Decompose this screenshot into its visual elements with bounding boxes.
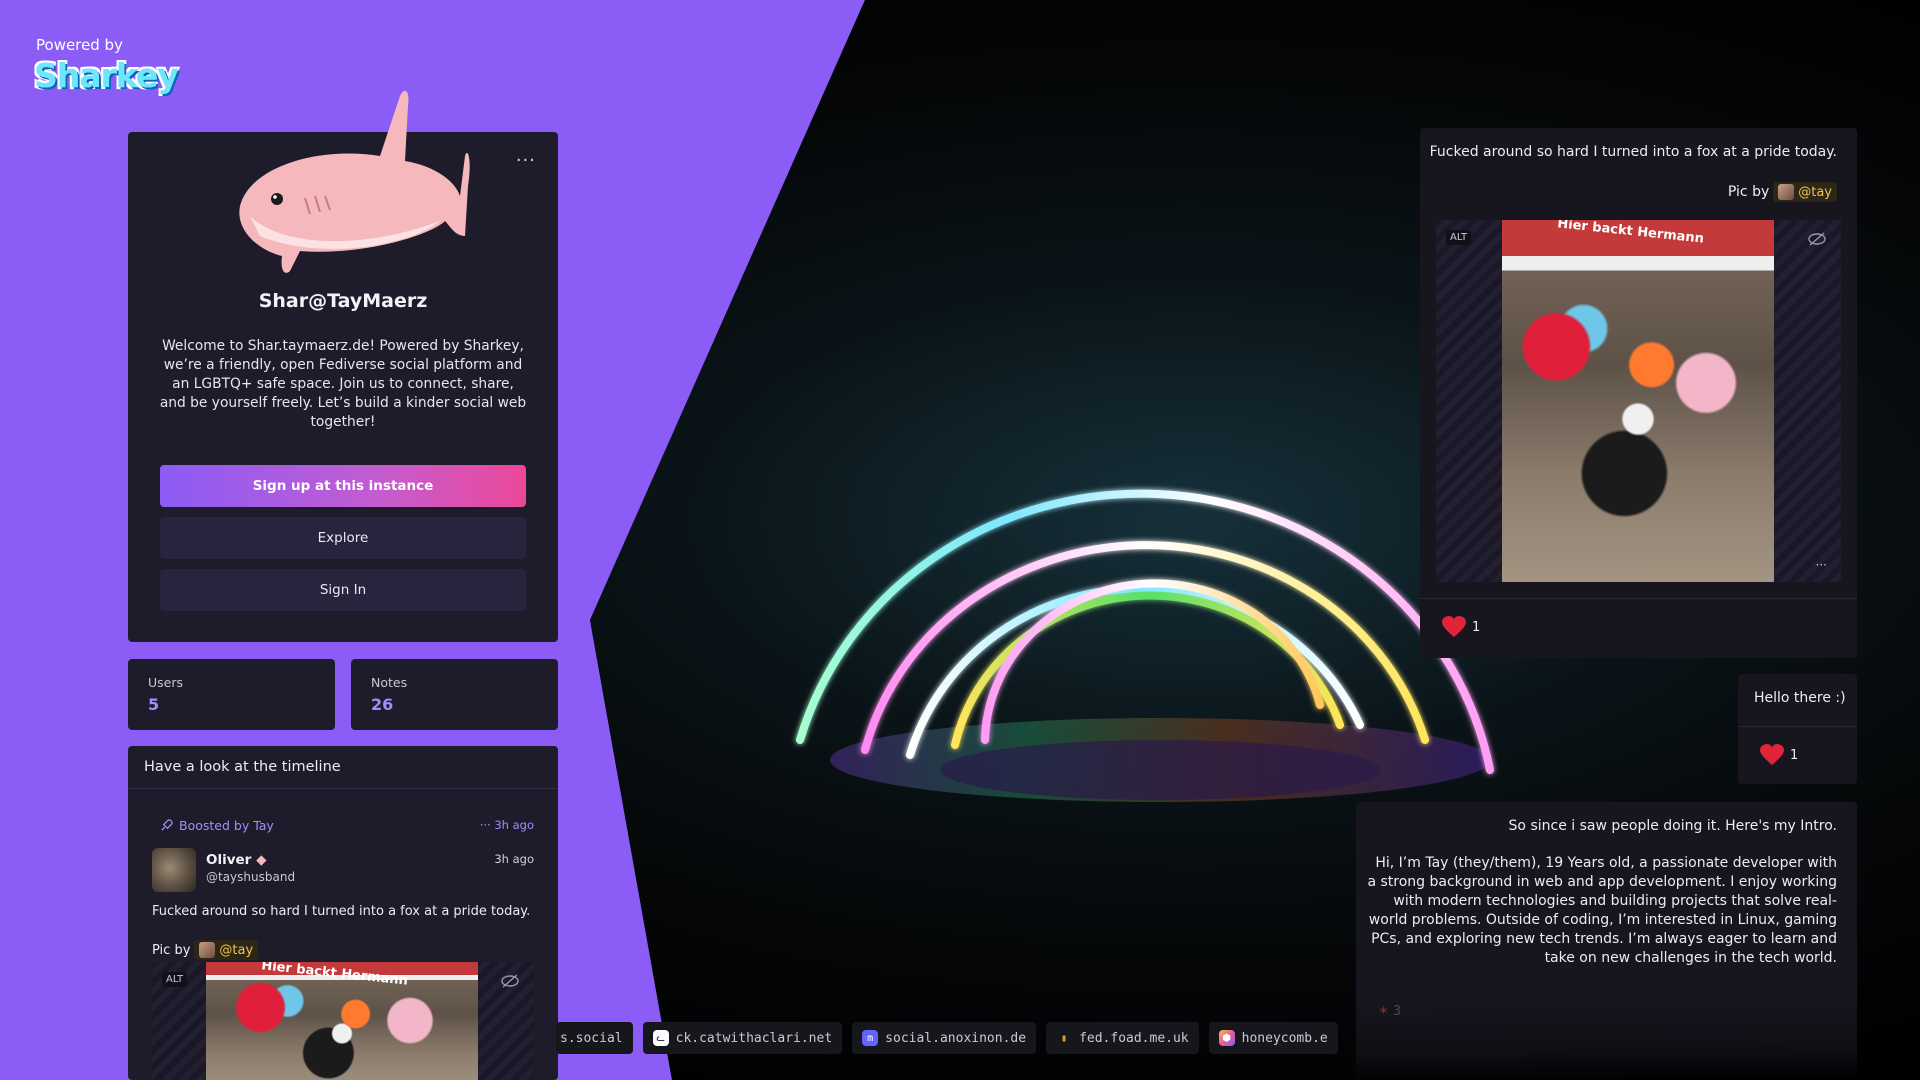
boosted-by-label[interactable]: Boosted by Tay: [179, 818, 274, 833]
signin-button[interactable]: Sign In: [160, 569, 526, 611]
instance-chip[interactable]: ⬢ honeycomb.e: [1208, 1022, 1338, 1054]
pic-by-label: Pic by: [1727, 184, 1770, 200]
note-body: Hi, I’m Tay (they/them), 19 Years old, a…: [1367, 855, 1837, 966]
boost-time[interactable]: ··· 3h ago: [480, 818, 534, 832]
instance-label: ck.catwithaclari.net: [675, 1030, 833, 1046]
users-stat-value: 5: [148, 695, 160, 714]
avatar[interactable]: [152, 848, 196, 892]
reaction-button[interactable]: 1: [1760, 744, 1798, 766]
eye-slash-icon[interactable]: [1807, 232, 1827, 246]
timeline-card: Have a look at the timeline Boosted by T…: [128, 746, 558, 1080]
pic-by-line: Pic by @tay: [1728, 182, 1837, 202]
server-icon: ▮: [1061, 1032, 1068, 1044]
mention-avatar: [1778, 184, 1795, 200]
users-stat-label: Users: [148, 675, 184, 690]
reaction-button[interactable]: 1: [1442, 616, 1480, 638]
user-name[interactable]: Oliver ◆: [206, 852, 266, 868]
note-card-hello: Hello there :) 1: [1738, 674, 1857, 784]
mention-link[interactable]: @tay: [1773, 182, 1837, 202]
sharkey-logo[interactable]: Sharkey: [34, 56, 179, 95]
boost-indicator: Boosted by Tay: [160, 818, 274, 833]
mention-avatar: [199, 942, 216, 958]
note-text: Hello there :): [1754, 690, 1846, 706]
notes-stat-value: 26: [371, 695, 394, 714]
heart-icon: [1760, 744, 1784, 765]
pic-by-label: Pic by: [152, 942, 191, 958]
photo-sign-text: Hier backt Hermann: [260, 962, 409, 989]
post-text: Fucked around so hard I turned into a fo…: [152, 904, 531, 919]
honeycomb-icon: ⬢: [1218, 1030, 1235, 1046]
reaction-button[interactable]: ✶ 3: [1378, 1004, 1401, 1019]
shark-plush-icon: [239, 90, 470, 273]
cat-icon: ᓚ: [652, 1030, 669, 1046]
party-icon: ✶: [1378, 1004, 1389, 1019]
instance-name: Shar@TayMaerz: [258, 290, 428, 312]
users-stat-card: Users 5: [128, 659, 335, 730]
note-text: Fucked around so hard I turned into a fo…: [1429, 144, 1837, 160]
instance-chip[interactable]: s.social: [556, 1022, 633, 1054]
alt-badge[interactable]: ALT: [162, 972, 188, 987]
instance-label: social.anoxinon.de: [885, 1030, 1027, 1046]
post-photo[interactable]: Hier backt Hermann: [206, 962, 478, 1080]
alt-badge[interactable]: ALT: [1446, 230, 1472, 245]
timeline-header: Have a look at the timeline: [128, 746, 558, 789]
post-time[interactable]: 3h ago: [494, 852, 534, 866]
user-handle[interactable]: @tayshusband: [206, 870, 295, 884]
shark-emoji-icon: ◆: [256, 852, 267, 868]
reaction-count: 3: [1392, 1004, 1402, 1019]
powered-by-label: Powered by: [36, 36, 123, 54]
instance-label: s.social: [560, 1030, 623, 1046]
instance-description: Welcome to Shar.taymaerz.de! Powered by …: [159, 338, 527, 430]
reaction-count: 1: [1790, 747, 1799, 763]
instance-chip[interactable]: ▮ fed.foad.me.uk: [1046, 1022, 1199, 1054]
divider: [1420, 598, 1857, 599]
instance-label: honeycomb.e: [1241, 1030, 1328, 1046]
photo-sign-text: Hier backt Hermann: [1556, 220, 1705, 247]
mastodon-icon: m: [862, 1030, 879, 1046]
media-container: ALT Hier backt Hermann ···: [1436, 220, 1841, 582]
note-card-fox: Fucked around so hard I turned into a fo…: [1420, 128, 1857, 658]
rocket-icon: [161, 819, 173, 831]
eye-slash-icon[interactable]: [500, 974, 520, 988]
mention-label: @tay: [1798, 184, 1832, 200]
note-title: So since i saw people doing it. Here's m…: [1508, 818, 1837, 834]
divider: [1738, 726, 1857, 727]
instance-chip[interactable]: ᓚ ck.catwithaclari.net: [642, 1022, 843, 1054]
media-container: ALT Hier backt Hermann: [152, 962, 534, 1080]
more-options-icon[interactable]: ···: [516, 150, 536, 171]
pic-by-line: Pic by @tay: [152, 940, 259, 960]
note-card-intro: So since i saw people doing it. Here's m…: [1356, 802, 1857, 1080]
explore-button[interactable]: Explore: [160, 517, 526, 559]
notes-stat-label: Notes: [371, 675, 408, 690]
instance-label: fed.foad.me.uk: [1079, 1030, 1189, 1046]
post-photo[interactable]: Hier backt Hermann: [1502, 220, 1774, 582]
mention-link[interactable]: @tay: [194, 940, 259, 960]
federated-instances-ticker: s.social ᓚ ck.catwithaclari.net m social…: [556, 1022, 1356, 1054]
mention-label: @tay: [219, 942, 254, 958]
signup-button[interactable]: Sign up at this instance: [160, 465, 526, 507]
reaction-count: 1: [1472, 619, 1481, 635]
notes-stat-card: Notes 26: [351, 659, 558, 730]
media-more-icon[interactable]: ···: [1816, 558, 1827, 572]
instance-chip[interactable]: m social.anoxinon.de: [852, 1022, 1037, 1054]
heart-icon: [1442, 616, 1466, 637]
